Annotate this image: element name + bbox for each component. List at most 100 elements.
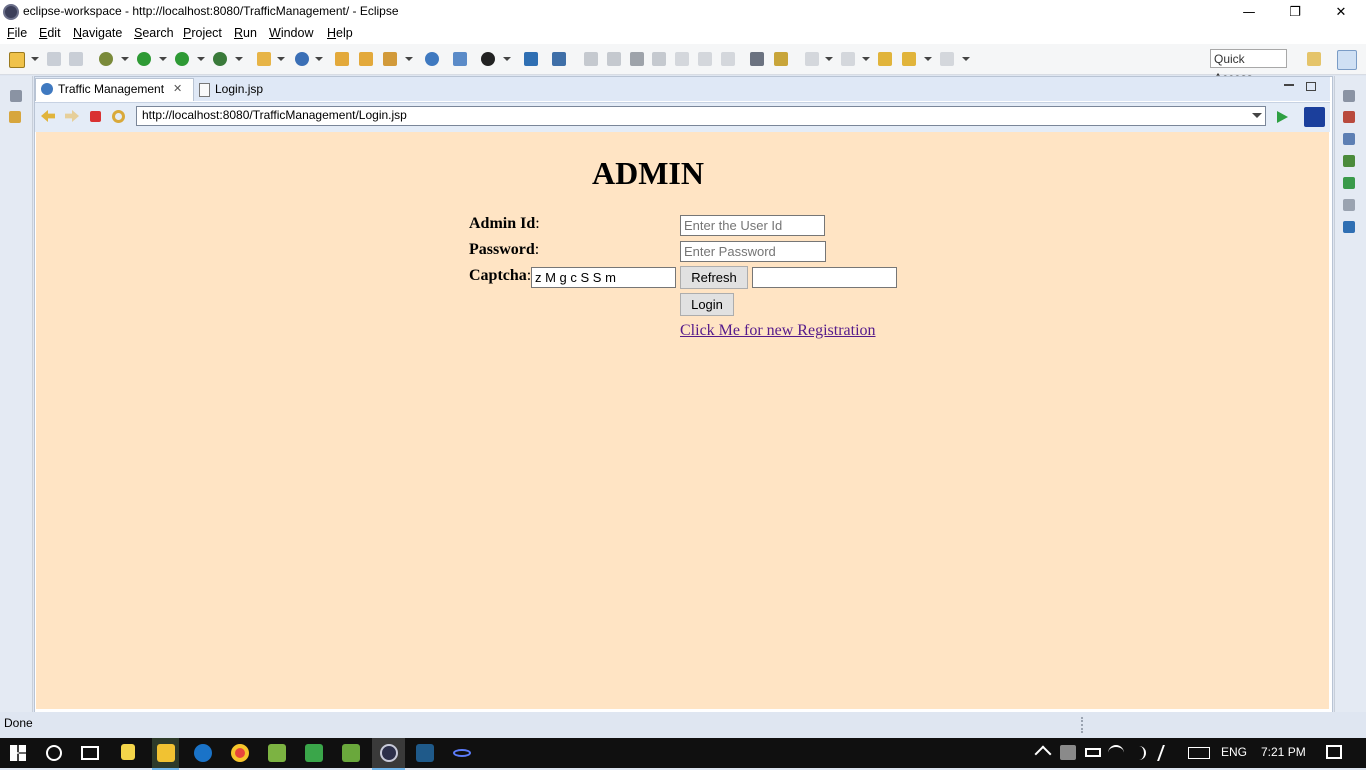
restore-button[interactable]: ❐: [1272, 0, 1318, 24]
registration-link[interactable]: Click Me for new Registration: [680, 322, 876, 340]
restore-view-icon[interactable]: [10, 90, 22, 102]
go-icon[interactable]: [1277, 111, 1288, 123]
run-server-icon[interactable]: [175, 52, 189, 66]
open-folder-icon[interactable]: [359, 52, 373, 66]
show-whitespace-icon[interactable]: [750, 52, 764, 66]
save-icon[interactable]: [47, 52, 61, 66]
task-view-icon[interactable]: [81, 746, 99, 760]
menu-window[interactable]: Window: [269, 24, 313, 44]
chevron-down-icon[interactable]: [31, 57, 39, 61]
debug-icon[interactable]: [99, 52, 113, 66]
project-explorer-icon[interactable]: [9, 111, 21, 123]
password-input[interactable]: Enter Password: [680, 241, 826, 262]
back-icon[interactable]: [902, 52, 916, 66]
mark-occurrences-icon[interactable]: [774, 52, 788, 66]
captcha-display-field[interactable]: z M g c S S m: [531, 267, 676, 288]
open-type-icon[interactable]: [335, 52, 349, 66]
quick-access-input[interactable]: Quick Access: [1210, 49, 1287, 85]
chevron-down-icon[interactable]: [315, 57, 323, 61]
admin-id-input[interactable]: Enter the User Id: [680, 215, 825, 236]
login-button[interactable]: Login: [680, 293, 734, 316]
console-icon[interactable]: [524, 52, 538, 66]
sticky-notes-icon[interactable]: [121, 744, 135, 760]
chrome-icon[interactable]: [231, 744, 249, 762]
disconnect-icon[interactable]: [652, 52, 666, 66]
infinity-icon[interactable]: [453, 749, 471, 757]
chevron-down-icon[interactable]: [962, 57, 970, 61]
last-edit-icon[interactable]: [878, 52, 892, 66]
refresh-icon[interactable]: [112, 110, 125, 123]
menu-project[interactable]: Project: [183, 24, 222, 44]
new-project-icon[interactable]: [257, 52, 271, 66]
android-studio-icon[interactable]: [268, 744, 286, 762]
new-class-icon[interactable]: [295, 52, 309, 66]
edge-icon[interactable]: [194, 744, 212, 762]
open-perspective-icon[interactable]: [1307, 52, 1321, 66]
web-services-icon[interactable]: [453, 52, 467, 66]
minimize-button[interactable]: —: [1226, 0, 1272, 24]
save-all-icon[interactable]: [69, 52, 83, 66]
language-indicator[interactable]: ENG: [1221, 745, 1247, 759]
menu-help[interactable]: Help: [327, 24, 353, 44]
profile-icon[interactable]: [481, 52, 495, 66]
app-icon[interactable]: [342, 744, 360, 762]
restore-view-icon[interactable]: [1343, 90, 1355, 102]
chevron-down-icon[interactable]: [503, 57, 511, 61]
resume-icon[interactable]: [584, 52, 598, 66]
menu-edit[interactable]: Edit: [39, 24, 61, 44]
menu-search[interactable]: Search: [134, 24, 174, 44]
maximize-editor-icon[interactable]: [1306, 82, 1316, 91]
minimize-editor-icon[interactable]: [1284, 84, 1294, 86]
suspend-icon[interactable]: [607, 52, 621, 66]
coverage-icon[interactable]: [213, 52, 227, 66]
chevron-down-icon[interactable]: [197, 57, 205, 61]
menu-run[interactable]: Run: [234, 24, 257, 44]
task-list-icon[interactable]: [1343, 133, 1355, 145]
step-over-icon[interactable]: [698, 52, 712, 66]
clock[interactable]: 7:21 PM: [1261, 745, 1306, 759]
volume-icon[interactable]: [1132, 746, 1146, 760]
spreadsheet-icon[interactable]: [305, 744, 323, 762]
servers-icon[interactable]: [1343, 155, 1355, 167]
refresh-captcha-button[interactable]: Refresh: [680, 266, 748, 289]
chevron-down-icon[interactable]: [405, 57, 413, 61]
close-tab-icon[interactable]: ✕: [173, 78, 182, 100]
chevron-down-icon[interactable]: [1252, 113, 1262, 118]
battery-icon[interactable]: [1085, 748, 1101, 757]
menu-navigate[interactable]: Navigate: [73, 24, 122, 44]
chevron-down-icon[interactable]: [277, 57, 285, 61]
step-return-icon[interactable]: [721, 52, 735, 66]
captcha-answer-input[interactable]: [752, 267, 897, 288]
mysql-workbench-icon[interactable]: [416, 744, 434, 762]
globe-icon[interactable]: [425, 52, 439, 66]
open-external-browser-icon[interactable]: [1304, 107, 1325, 127]
chevron-down-icon[interactable]: [862, 57, 870, 61]
run-icon[interactable]: [137, 52, 151, 66]
nx-tray-icon[interactable]: [1060, 745, 1076, 760]
chevron-down-icon[interactable]: [159, 57, 167, 61]
chevron-down-icon[interactable]: [924, 57, 932, 61]
terminate-icon[interactable]: [630, 52, 644, 66]
menu-file[interactable]: File: [7, 24, 27, 44]
new-file-icon[interactable]: [9, 52, 25, 68]
forward-icon[interactable]: [940, 52, 954, 66]
previous-annotation-icon[interactable]: [841, 52, 855, 66]
search-tool-icon[interactable]: [383, 52, 397, 66]
console-view-icon[interactable]: [1343, 221, 1355, 233]
stop-icon[interactable]: [90, 111, 101, 122]
java-ee-perspective-icon[interactable]: [1337, 50, 1357, 70]
tab-login-jsp[interactable]: Login.jsp: [215, 78, 263, 100]
step-into-icon[interactable]: [675, 52, 689, 66]
close-button[interactable]: ✕: [1318, 0, 1364, 24]
cortana-icon[interactable]: [46, 745, 62, 761]
next-annotation-icon[interactable]: [805, 52, 819, 66]
chevron-down-icon[interactable]: [825, 57, 833, 61]
snippets-icon[interactable]: [1343, 199, 1355, 211]
chevron-down-icon[interactable]: [121, 57, 129, 61]
outline-icon[interactable]: [1343, 111, 1355, 123]
data-source-icon[interactable]: [1343, 177, 1355, 189]
chevron-down-icon[interactable]: [235, 57, 243, 61]
wifi-icon[interactable]: [1108, 745, 1124, 761]
keyboard-icon[interactable]: [1188, 747, 1210, 759]
skip-breakpoints-icon[interactable]: [552, 52, 566, 66]
